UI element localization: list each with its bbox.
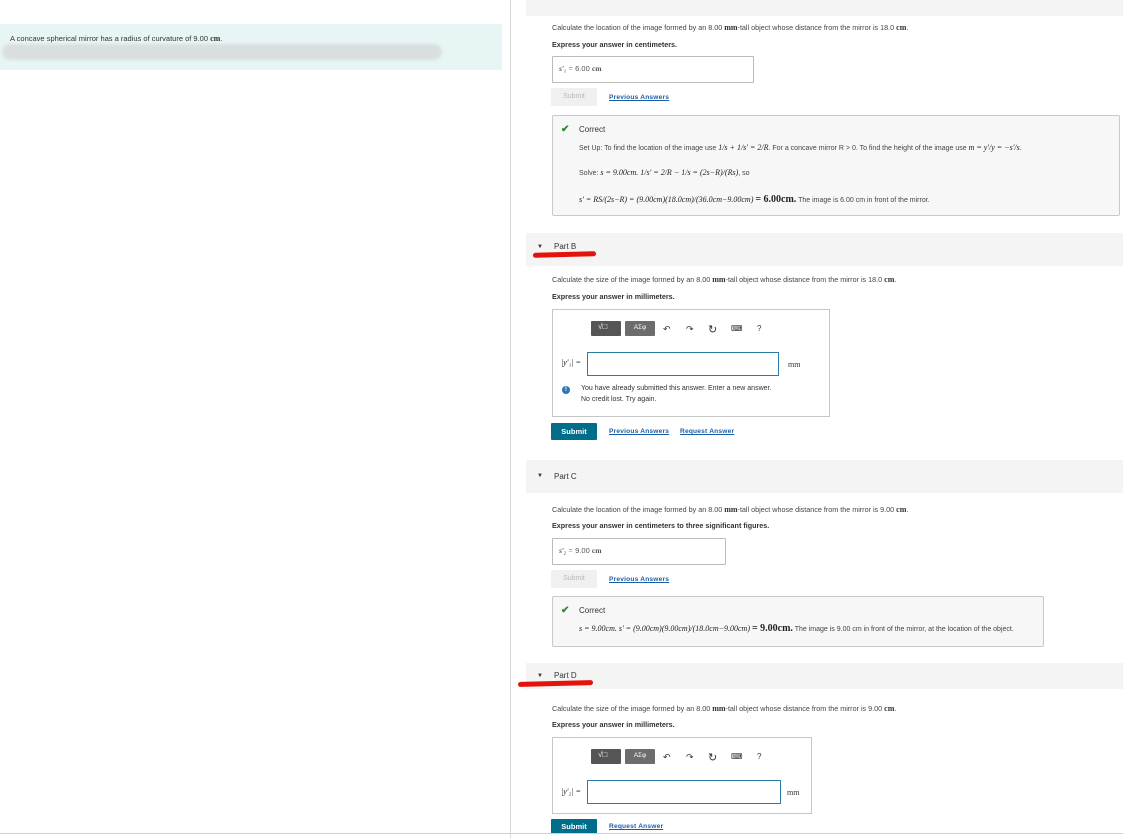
warning-icon: !: [562, 386, 570, 394]
part-b-answer-editor: √□ ΑΣφ ↶ ↷ ↻ ⌨ ? |y'₁| = mm ! You have a…: [552, 309, 830, 417]
part-c-result-text: s = 9.00cm. s' = (9.00cm)(9.00cm)/(18.0c…: [579, 623, 1014, 634]
part-a-setup-text: Set Up: To find the location of the imag…: [579, 143, 1022, 152]
reset-icon[interactable]: ↻: [708, 751, 717, 764]
part-d-answer-editor: √□ ΑΣφ ↶ ↷ ↻ ⌨ ? |y'₂| = mm: [552, 737, 812, 814]
part-b-warning-text: You have already submitted this answer. …: [581, 385, 772, 392]
undo-icon[interactable]: ↶: [663, 324, 671, 335]
bottom-border: [0, 833, 1123, 834]
math-template-button[interactable]: √□: [591, 321, 621, 336]
top-header-strip: [526, 0, 1123, 16]
part-b-submit-button[interactable]: Submit: [551, 423, 597, 440]
part-b-header[interactable]: [526, 233, 1123, 266]
part-d-label: Part D: [554, 671, 577, 680]
undo-icon[interactable]: ↶: [663, 752, 671, 763]
part-c-correct-label: Correct: [579, 606, 606, 615]
column-divider: [510, 0, 511, 838]
part-d-variable-label: |y'₂| =: [561, 787, 581, 796]
greek-symbols-button[interactable]: ΑΣφ: [625, 749, 655, 764]
part-b-previous-answers-link[interactable]: Previous Answers: [609, 428, 669, 435]
part-d-answer-input[interactable]: [587, 780, 781, 804]
part-b-unit-label: mm: [788, 360, 801, 369]
part-c-answer-box: s'₂ = 9.00 cm: [552, 538, 726, 565]
part-b-answer-input[interactable]: [587, 352, 779, 376]
part-c-label: Part C: [554, 472, 577, 481]
part-b-variable-label: |y'₁| =: [561, 358, 581, 367]
part-b-label: Part B: [554, 242, 577, 251]
check-icon: ✔: [561, 124, 570, 135]
redo-icon[interactable]: ↷: [686, 752, 694, 763]
part-c-question: Calculate the location of the image form…: [552, 505, 909, 514]
part-a-solve-text: Solve: s = 9.00cm. 1/s' = 2/R − 1/s = (2…: [579, 168, 750, 177]
part-c-collapse-caret-icon[interactable]: ▼: [537, 473, 543, 479]
part-a-correct-label: Correct: [579, 125, 606, 134]
part-c-instructions: Express your answer in centimeters to th…: [552, 521, 770, 530]
part-d-header[interactable]: [526, 663, 1123, 689]
math-template-button[interactable]: √□: [591, 749, 621, 764]
part-c-previous-answers-link[interactable]: Previous Answers: [609, 576, 669, 583]
part-a-previous-answers-link[interactable]: Previous Answers: [609, 94, 669, 101]
part-c-submit-button[interactable]: Submit: [551, 570, 597, 588]
part-d-collapse-caret-icon[interactable]: ▼: [537, 673, 543, 679]
reset-icon[interactable]: ↻: [708, 323, 717, 336]
help-icon[interactable]: ?: [757, 752, 761, 761]
part-d-unit-label: mm: [787, 788, 800, 797]
redo-icon[interactable]: ↷: [686, 324, 694, 335]
keyboard-icon[interactable]: ⌨: [731, 324, 743, 333]
part-b-warning-subtext: No credit lost. Try again.: [581, 396, 657, 403]
part-a-answer-display: s'₁ = 6.00 cm: [559, 64, 602, 73]
part-b-instructions: Express your answer in millimeters.: [552, 292, 675, 301]
keyboard-icon[interactable]: ⌨: [731, 752, 743, 761]
part-a-submit-button[interactable]: Submit: [551, 88, 597, 106]
part-d-request-answer-link[interactable]: Request Answer: [609, 823, 663, 830]
part-b-question: Calculate the size of the image formed b…: [552, 275, 897, 284]
part-a-instructions: Express your answer in centimeters.: [552, 40, 678, 49]
part-a-question: Calculate the location of the image form…: [552, 23, 909, 32]
part-d-question: Calculate the size of the image formed b…: [552, 704, 897, 713]
greek-symbols-button[interactable]: ΑΣφ: [625, 321, 655, 336]
part-c-header[interactable]: [526, 460, 1123, 493]
part-c-answer-display: s'₂ = 9.00 cm: [559, 546, 602, 555]
redaction-scribble: [2, 44, 442, 60]
part-d-submit-button[interactable]: Submit: [551, 819, 597, 834]
part-b-request-answer-link[interactable]: Request Answer: [680, 428, 734, 435]
part-a-result-text: s' = RS/(2s−R) = (9.00cm)(18.0cm)/(36.0c…: [579, 194, 930, 205]
part-c-feedback-panel: ✔ Correct s = 9.00cm. s' = (9.00cm)(9.00…: [552, 596, 1044, 647]
check-icon: ✔: [561, 605, 570, 616]
part-d-instructions: Express your answer in millimeters.: [552, 720, 675, 729]
problem-intro-text: A concave spherical mirror has a radius …: [10, 34, 223, 43]
part-a-feedback-panel: ✔ Correct Set Up: To find the location o…: [552, 115, 1120, 216]
part-b-collapse-caret-icon[interactable]: ▼: [537, 244, 543, 250]
part-a-answer-box: s'₁ = 6.00 cm: [552, 56, 754, 83]
help-icon[interactable]: ?: [757, 324, 761, 333]
